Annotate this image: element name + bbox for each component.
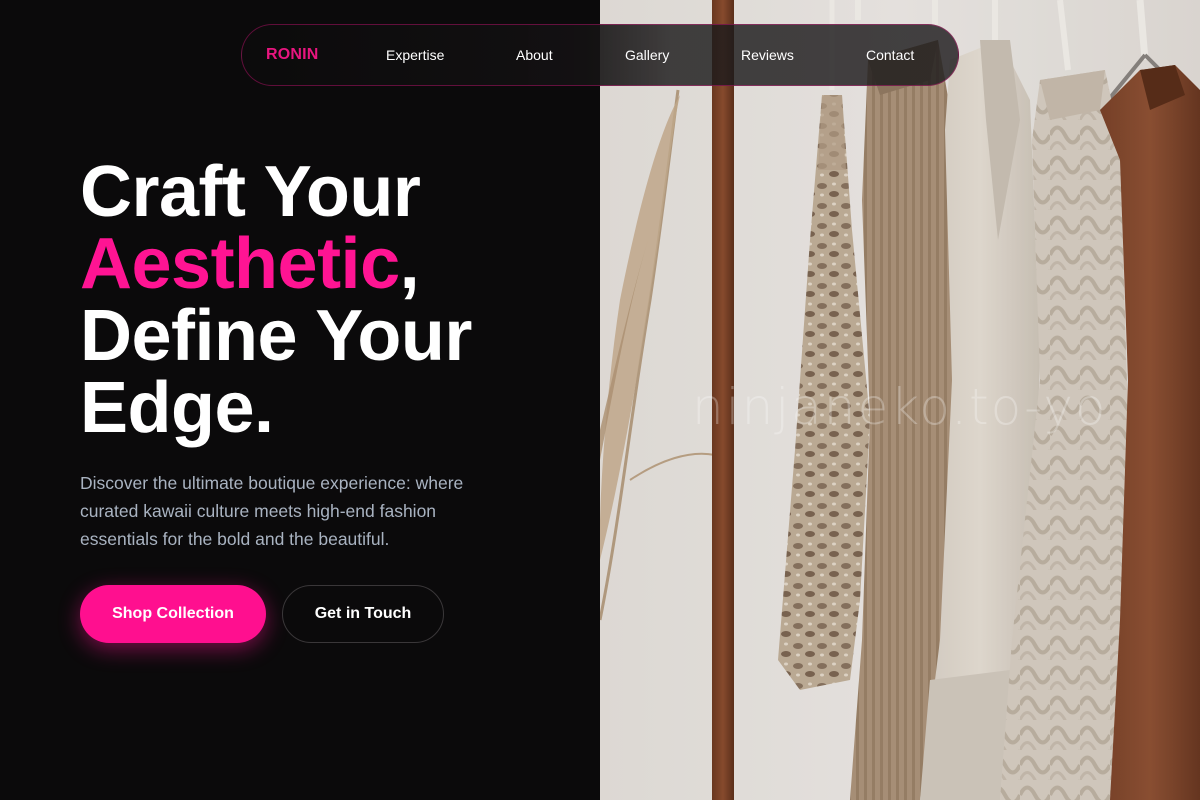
image-watermark: ninjaneko.to-yo [692, 378, 1108, 436]
page: Craft Your Aesthetic, Define Your Edge. … [0, 0, 1200, 800]
nav-link-reviews[interactable]: Reviews [741, 47, 794, 63]
nav-link-expertise[interactable]: Expertise [386, 47, 444, 63]
hero-title-line-2: Aesthetic, [80, 228, 472, 300]
top-navigation: RONIN Expertise About Gallery Reviews Co… [241, 24, 959, 86]
hero-title-accent: Aesthetic [80, 224, 400, 304]
hero-title-comma: , [399, 224, 420, 304]
shop-collection-button[interactable]: Shop Collection [80, 585, 266, 643]
nav-link-contact[interactable]: Contact [866, 47, 914, 63]
hero-title-line-1: Craft Your [80, 152, 421, 232]
nav-link-gallery[interactable]: Gallery [625, 47, 669, 63]
hero-title: Craft Your Aesthetic, Define Your Edge. [80, 156, 472, 444]
hero-image: ninjaneko.to-yo [600, 0, 1200, 800]
hero-title-line-4: Edge. [80, 368, 274, 448]
get-in-touch-button[interactable]: Get in Touch [282, 585, 444, 643]
hero-left-panel: Craft Your Aesthetic, Define Your Edge. … [0, 0, 600, 800]
nav-link-about[interactable]: About [516, 47, 553, 63]
hero-title-line-3: Define Your [80, 296, 472, 376]
hero-description: Discover the ultimate boutique experienc… [80, 473, 464, 549]
brand-logo[interactable]: RONIN [266, 46, 319, 64]
